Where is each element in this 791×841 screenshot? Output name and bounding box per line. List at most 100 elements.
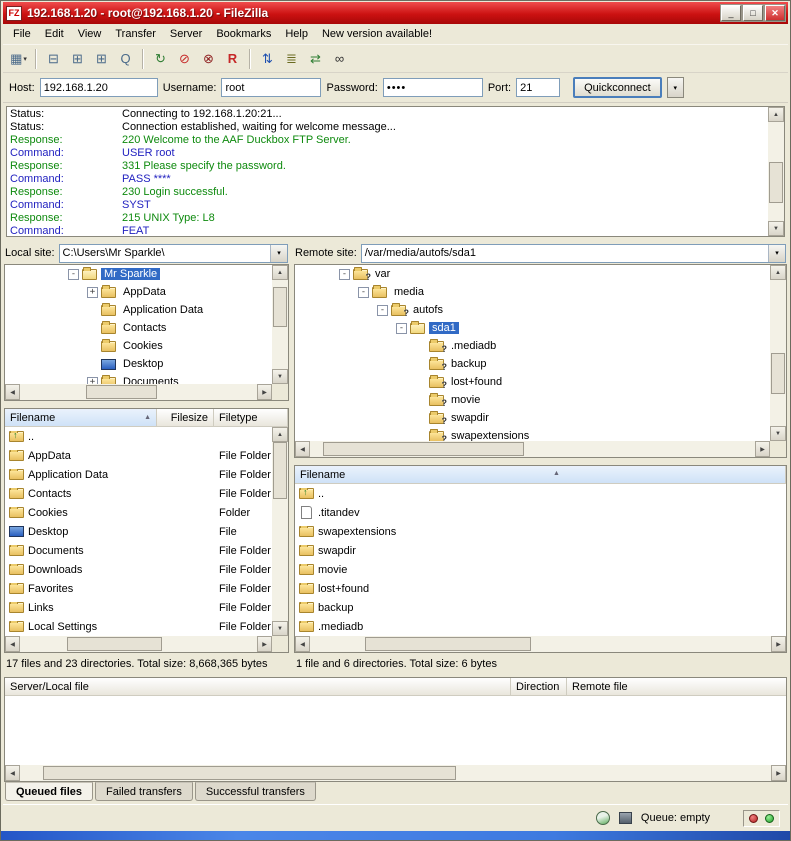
menu-help[interactable]: Help — [278, 26, 315, 42]
scroll-down-button[interactable]: ▼ — [272, 621, 288, 636]
log-vertical-scrollbar[interactable]: ▲▼ — [768, 107, 784, 236]
tree-expander[interactable]: - — [339, 269, 350, 280]
scroll-up-button[interactable]: ▲ — [272, 265, 288, 280]
find-files-button[interactable]: ∞ — [328, 48, 351, 70]
refresh-button[interactable]: ↻ — [149, 48, 172, 70]
Links[interactable]: Links File Folder — [5, 598, 272, 617]
Cookies[interactable]: Cookies Folder — [5, 503, 272, 522]
.titandev[interactable]: .titandev — [295, 503, 786, 522]
scrollbar-thumb[interactable] — [273, 442, 287, 499]
menu-bookmarks[interactable]: Bookmarks — [209, 26, 278, 42]
reconnect-button[interactable]: R — [221, 48, 244, 70]
remote-splitter[interactable] — [294, 458, 787, 465]
menu-view[interactable]: View — [71, 26, 109, 42]
Favorites[interactable]: Favorites File Folder — [5, 579, 272, 598]
close-button[interactable]: ✕ — [765, 5, 785, 21]
tree-item[interactable]: Application Data — [5, 301, 272, 319]
scrollbar-track[interactable] — [20, 636, 257, 652]
scrollbar-thumb[interactable] — [365, 637, 531, 651]
menu-server[interactable]: Server — [163, 26, 209, 42]
scroll-up-button[interactable]: ▲ — [770, 265, 786, 280]
Downloads[interactable]: Downloads File Folder — [5, 560, 272, 579]
scrollbar-track[interactable] — [272, 442, 288, 621]
menu-transfer[interactable]: Transfer — [108, 26, 163, 42]
tree-item[interactable]: + AppData — [5, 283, 272, 301]
tree-expander[interactable]: - — [68, 269, 79, 280]
scrollbar-thumb[interactable] — [769, 162, 783, 204]
maximize-button[interactable]: □ — [743, 5, 763, 21]
toggle-queue-button[interactable]: Q — [114, 48, 137, 70]
Local Settings[interactable]: Local Settings File Folder — [5, 617, 272, 636]
scrollbar-track[interactable] — [770, 280, 786, 426]
scroll-up-button[interactable]: ▲ — [768, 107, 784, 122]
swapextensions[interactable]: swapextensions — [295, 522, 786, 541]
tree-item[interactable]: swapextensions — [295, 427, 770, 441]
local-list-vertical-scrollbar[interactable]: ▲▼ — [272, 427, 288, 636]
scroll-left-button[interactable]: ◀ — [5, 765, 20, 781]
local-site-combobox[interactable]: C:\Users\Mr Sparkle\ ▾ — [59, 244, 288, 263]
queue-horizontal-scrollbar[interactable]: ◀▶ — [5, 765, 786, 781]
speed-limit-icon[interactable] — [596, 811, 610, 825]
directory-comparison-indicator-icon[interactable] — [619, 812, 632, 824]
Desktop[interactable]: Desktop File — [5, 522, 272, 541]
scroll-left-button[interactable]: ◀ — [5, 384, 20, 400]
queue-column-remote-file[interactable]: Remote file — [567, 678, 786, 695]
menu-edit[interactable]: Edit — [38, 26, 71, 42]
scrollbar-track[interactable] — [310, 441, 755, 457]
filter-button[interactable]: ⇅ — [256, 48, 279, 70]
scrollbar-track[interactable] — [272, 280, 288, 369]
minimize-button[interactable]: _ — [721, 5, 741, 21]
lost+found[interactable]: lost+found — [295, 579, 786, 598]
quickconnect-dropdown-button[interactable]: ▾ — [667, 77, 684, 98]
tree-item[interactable]: swapdir — [295, 409, 770, 427]
AppData[interactable]: AppData File Folder — [5, 446, 272, 465]
Contacts[interactable]: Contacts File Folder — [5, 484, 272, 503]
.mediadb[interactable]: .mediadb — [295, 617, 786, 636]
combo-dropdown-icon[interactable]: ▾ — [270, 245, 287, 262]
tree-item[interactable]: movie — [295, 391, 770, 409]
toggle-message-log-button[interactable]: ⊟ — [42, 48, 65, 70]
scrollbar-track[interactable] — [20, 765, 771, 781]
scroll-down-button[interactable]: ▼ — [770, 426, 786, 441]
tree-item[interactable]: Cookies — [5, 337, 272, 355]
tab-failed-transfers[interactable]: Failed transfers — [95, 782, 193, 801]
local-column-filename[interactable]: Filename ▲ — [5, 409, 157, 426]
scroll-right-button[interactable]: ▶ — [755, 441, 770, 457]
..[interactable]: .. — [5, 427, 272, 446]
tree-expander[interactable]: - — [377, 305, 388, 316]
queue-column-direction[interactable]: Direction — [511, 678, 567, 695]
scrollbar-thumb[interactable] — [323, 442, 523, 456]
scroll-down-button[interactable]: ▼ — [272, 369, 288, 384]
local-list-horizontal-scrollbar[interactable]: ◀▶ — [5, 636, 272, 652]
menu-file[interactable]: File — [6, 26, 38, 42]
Documents[interactable]: Documents File Folder — [5, 541, 272, 560]
scroll-right-button[interactable]: ▶ — [257, 636, 272, 652]
tree-item[interactable]: lost+found — [295, 373, 770, 391]
scrollbar-track[interactable] — [768, 122, 784, 221]
movie[interactable]: movie — [295, 560, 786, 579]
scrollbar-thumb[interactable] — [43, 766, 456, 780]
username-input[interactable] — [221, 78, 321, 97]
tree-expander[interactable]: - — [396, 323, 407, 334]
tree-expander[interactable]: + — [87, 287, 98, 298]
tree-item[interactable]: - Mr Sparkle — [5, 265, 272, 283]
backup[interactable]: backup — [295, 598, 786, 617]
tab-queued-files[interactable]: Queued files — [5, 782, 93, 801]
tree-item[interactable]: backup — [295, 355, 770, 373]
scroll-up-button[interactable]: ▲ — [272, 427, 288, 442]
Application Data[interactable]: Application Data File Folder — [5, 465, 272, 484]
tree-item[interactable]: Contacts — [5, 319, 272, 337]
tree-item[interactable]: .mediadb — [295, 337, 770, 355]
scrollbar-thumb[interactable] — [86, 385, 157, 399]
directory-comparison-button[interactable]: ≣ — [280, 48, 303, 70]
synchronized-browsing-button[interactable]: ⇄ — [304, 48, 327, 70]
site-manager-button[interactable]: ▦ ▾ — [7, 48, 30, 70]
scroll-right-button[interactable]: ▶ — [771, 636, 786, 652]
disconnect-button[interactable]: ⊗ — [197, 48, 220, 70]
remote-list-horizontal-scrollbar[interactable]: ◀▶ — [295, 636, 786, 652]
..[interactable]: .. — [295, 484, 786, 503]
local-splitter[interactable] — [4, 401, 289, 408]
remote-tree-horizontal-scrollbar[interactable]: ◀▶ — [295, 441, 770, 457]
toggle-remote-tree-button[interactable]: ⊞ — [90, 48, 113, 70]
menu-new-version-available[interactable]: New version available! — [315, 26, 439, 42]
